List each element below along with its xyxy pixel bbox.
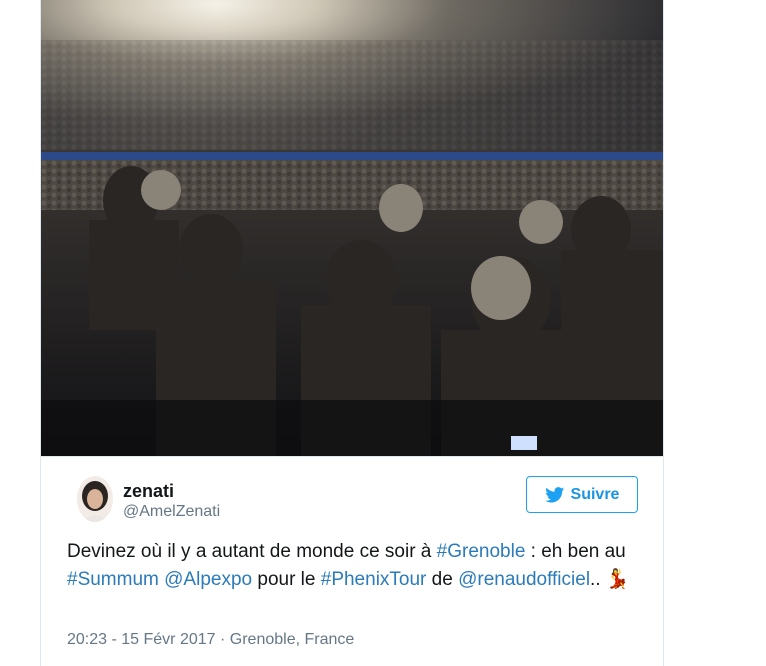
tweet-text-segment: de [426, 569, 459, 590]
user-handle[interactable]: @AmelZenati [123, 503, 220, 521]
twitter-bird-icon [544, 486, 564, 503]
hashtag-link[interactable]: #Grenoble [437, 541, 526, 562]
tweet-photo[interactable] [41, 0, 663, 457]
tweet-text: Devinez où il y a autant de monde ce soi… [67, 538, 647, 594]
avatar[interactable] [77, 476, 113, 522]
tweet-text-segment: Devinez où il y a autant de monde ce soi… [67, 541, 437, 562]
tweet-location[interactable]: Grenoble, France [230, 631, 355, 648]
tweet-text-segment: : eh ben au [525, 541, 626, 562]
tweet-text-segment: .. [590, 569, 606, 590]
follow-button-label: Suivre [570, 485, 620, 503]
tweet-card: zenati @AmelZenati Suivre Devinez où il … [40, 0, 664, 666]
hashtag-link[interactable]: #PhenixTour [321, 569, 427, 590]
mention-link[interactable]: @Alpexpo [164, 569, 252, 590]
meta-separator: · [220, 631, 226, 648]
tweet-meta: 20:23 - 15 Févr 2017 · Grenoble, France [67, 631, 354, 649]
mention-link[interactable]: @renaudofficiel [458, 569, 590, 590]
dancer-emoji-icon: 💃 [605, 569, 630, 590]
display-name[interactable]: zenati [123, 481, 174, 502]
tweet-header: zenati @AmelZenati Suivre [41, 456, 663, 536]
tweet-text-segment: pour le [252, 569, 321, 590]
hashtag-link[interactable]: #Summum [67, 569, 159, 590]
tweet-timestamp[interactable]: 20:23 - 15 Févr 2017 [67, 631, 216, 648]
follow-button[interactable]: Suivre [526, 476, 638, 513]
